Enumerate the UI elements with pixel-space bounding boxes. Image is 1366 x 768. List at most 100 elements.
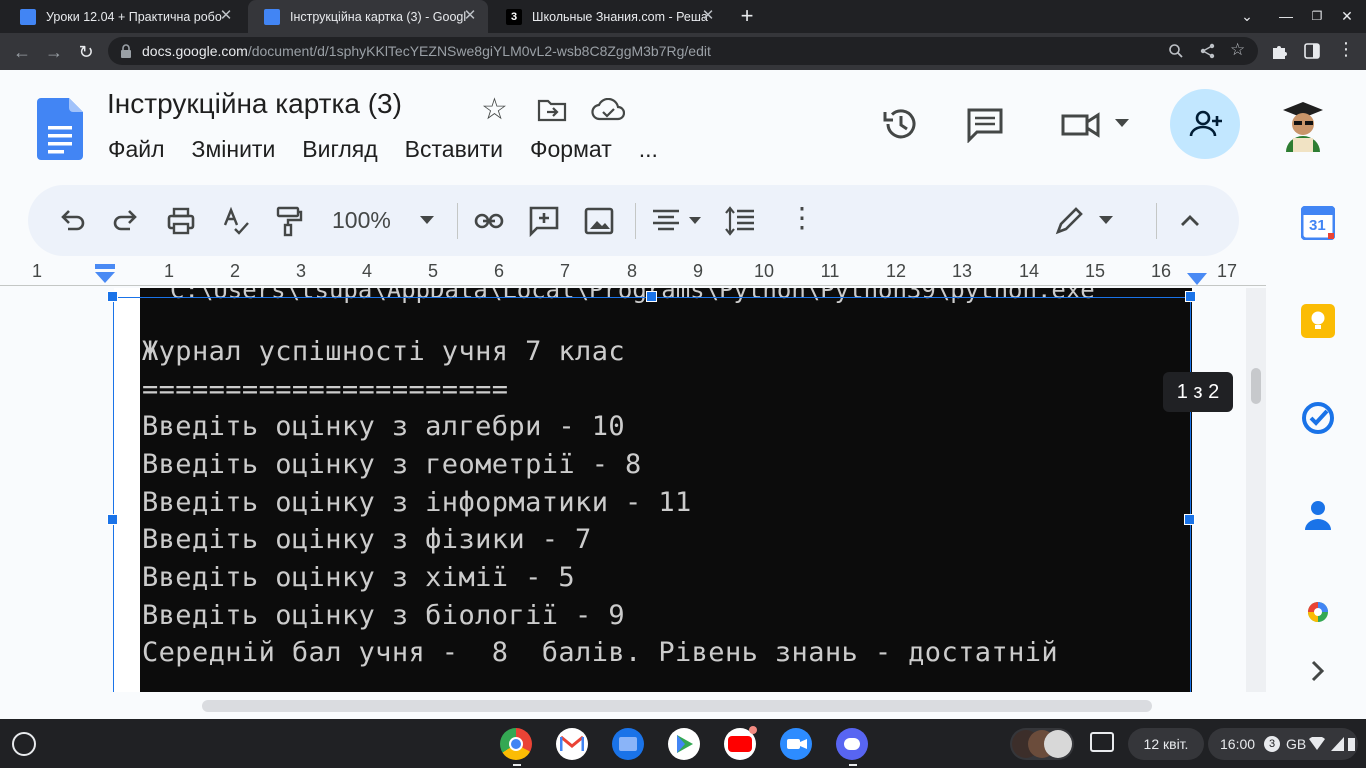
browser-tab-active[interactable]: Інструкційна картка (3) - Googl ✕ (248, 0, 488, 33)
zoom-select[interactable]: 100% (332, 207, 391, 234)
line-spacing-icon[interactable] (724, 205, 756, 237)
add-comment-icon[interactable] (528, 205, 560, 237)
zoom-dropdown-icon[interactable] (419, 215, 435, 225)
status-area[interactable]: 16:00 3 GB (1208, 728, 1358, 760)
resize-handle[interactable] (1184, 514, 1195, 525)
document-canvas[interactable]: C:\Users\tsupa\AppData\Local\Programs\Py… (0, 288, 1246, 692)
insert-image-icon[interactable] (583, 205, 615, 237)
menu-edit[interactable]: Змінити (192, 136, 276, 163)
ruler-tick-label: 15 (1084, 261, 1106, 281)
ruler-tick-label: 9 (692, 261, 704, 281)
close-tab-icon[interactable]: ✕ (218, 8, 234, 24)
menu-insert[interactable]: Вставити (405, 136, 503, 163)
vertical-scroll-thumb[interactable] (1251, 368, 1261, 404)
meet-camera-icon[interactable] (1060, 110, 1102, 140)
side-panel-icon[interactable] (1304, 43, 1320, 59)
align-dropdown-icon[interactable] (688, 216, 702, 225)
close-tab-icon[interactable]: ✕ (462, 8, 478, 24)
print-icon[interactable] (165, 205, 197, 237)
editing-mode-pencil-icon[interactable] (1053, 205, 1085, 237)
share-button[interactable] (1170, 89, 1240, 159)
mode-dropdown-icon[interactable] (1098, 215, 1114, 225)
tab-title: Школьные Знания.com - Реша (532, 9, 708, 24)
launcher-icon[interactable] (12, 732, 36, 756)
insert-link-icon[interactable] (473, 205, 505, 237)
menu-format[interactable]: Формат (530, 136, 612, 163)
zoom-magnifier-icon[interactable] (1168, 43, 1184, 59)
holding-space-tray[interactable] (1010, 728, 1074, 760)
zoom-app-icon[interactable] (780, 728, 812, 760)
align-center-icon[interactable] (650, 205, 682, 237)
menu-more[interactable]: ... (639, 136, 658, 163)
new-tab-button[interactable]: + (737, 5, 757, 27)
menu-bar: Файл Змінити Вигляд Вставити Формат ... (108, 136, 685, 163)
collapse-chevron-up-icon[interactable] (1174, 205, 1206, 237)
ruler[interactable]: 1 1 2 3 4 5 6 7 8 9 10 11 12 13 14 15 16… (0, 258, 1266, 288)
vertical-scrollbar[interactable] (1246, 288, 1266, 692)
restore-icon[interactable]: ❐ (1307, 6, 1327, 26)
address-bar[interactable]: docs.google.com/document/d/1sphyKKlTecYE… (108, 37, 1258, 65)
back-arrow-icon[interactable]: ← (11, 41, 33, 63)
keyboard-icon[interactable] (1090, 732, 1114, 752)
resize-handle[interactable] (1185, 291, 1196, 302)
play-store-icon[interactable] (668, 728, 700, 760)
redo-icon[interactable] (110, 205, 142, 237)
calendar-icon[interactable]: 31 (1300, 205, 1336, 241)
resize-handle[interactable] (107, 291, 118, 302)
minimize-icon[interactable]: — (1276, 6, 1296, 26)
horizontal-scroll-thumb[interactable] (202, 700, 1152, 712)
bookmark-star-icon[interactable]: ☆ (1230, 40, 1245, 60)
chrome-icon[interactable] (500, 728, 532, 760)
right-indent-marker-icon[interactable] (1186, 272, 1208, 286)
more-options-icon[interactable]: ⋮ (788, 201, 816, 234)
notification-count: 3 (1264, 736, 1280, 752)
version-history-icon[interactable] (881, 105, 919, 143)
ruler-tick-label: 8 (626, 261, 638, 281)
cloud-saved-icon[interactable] (591, 98, 625, 122)
gmail-icon[interactable] (556, 728, 588, 760)
date-pill[interactable]: 12 квіт. (1128, 728, 1204, 760)
files-icon[interactable] (612, 728, 644, 760)
resize-handle[interactable] (646, 291, 657, 302)
close-window-icon[interactable]: ✕ (1337, 6, 1357, 26)
meet-dropdown-icon[interactable] (1114, 118, 1130, 128)
forward-arrow-icon[interactable]: → (43, 41, 65, 63)
toolbar-divider (1156, 203, 1157, 239)
url-text: docs.google.com/document/d/1sphyKKlTecYE… (142, 43, 711, 59)
ruler-tick-label: 5 (427, 261, 439, 281)
spellcheck-icon[interactable] (220, 205, 252, 237)
wifi-icon (1309, 737, 1325, 750)
menu-file[interactable]: Файл (108, 136, 165, 163)
youtube-icon[interactable] (724, 726, 757, 760)
os-shelf: 12 квіт. 16:00 3 GB (0, 719, 1366, 768)
comments-icon[interactable] (966, 107, 1004, 143)
keep-notes-icon[interactable] (1301, 304, 1335, 338)
tab-search-icon[interactable]: ⌄ (1237, 6, 1257, 26)
browser-tab[interactable]: 3 Школьные Знания.com - Реша ✕ (490, 0, 726, 33)
maps-icon[interactable] (1301, 595, 1335, 629)
tasks-icon[interactable] (1301, 401, 1335, 435)
document-title[interactable]: Інструкційна картка (3) (107, 88, 402, 120)
close-tab-icon[interactable]: ✕ (700, 8, 716, 24)
google-docs-logo-icon[interactable] (37, 98, 83, 160)
calendar-day: 31 (1309, 217, 1326, 234)
expand-chevron-right-icon[interactable] (1301, 654, 1335, 688)
menu-view[interactable]: Вигляд (302, 136, 377, 163)
share-icon[interactable] (1200, 43, 1216, 59)
discord-icon[interactable] (836, 728, 868, 760)
horizontal-scrollbar[interactable] (0, 692, 1366, 719)
undo-icon[interactable] (56, 205, 88, 237)
left-indent-marker-icon[interactable] (93, 264, 117, 284)
star-icon[interactable]: ☆ (481, 92, 508, 127)
reload-icon[interactable]: ↻ (75, 41, 97, 63)
move-folder-icon[interactable] (537, 98, 567, 122)
avatar[interactable] (1280, 100, 1326, 152)
chrome-center (509, 737, 523, 751)
resize-handle[interactable] (107, 514, 118, 525)
extensions-puzzle-icon[interactable] (1271, 43, 1288, 60)
paint-format-icon[interactable] (272, 205, 304, 237)
browser-tab[interactable]: Уроки 12.04 + Практична робо ✕ (4, 0, 244, 33)
browser-menu-icon[interactable]: ⋮ (1337, 39, 1355, 60)
ruler-tick-label: 10 (753, 261, 775, 281)
contacts-icon[interactable] (1301, 498, 1335, 532)
